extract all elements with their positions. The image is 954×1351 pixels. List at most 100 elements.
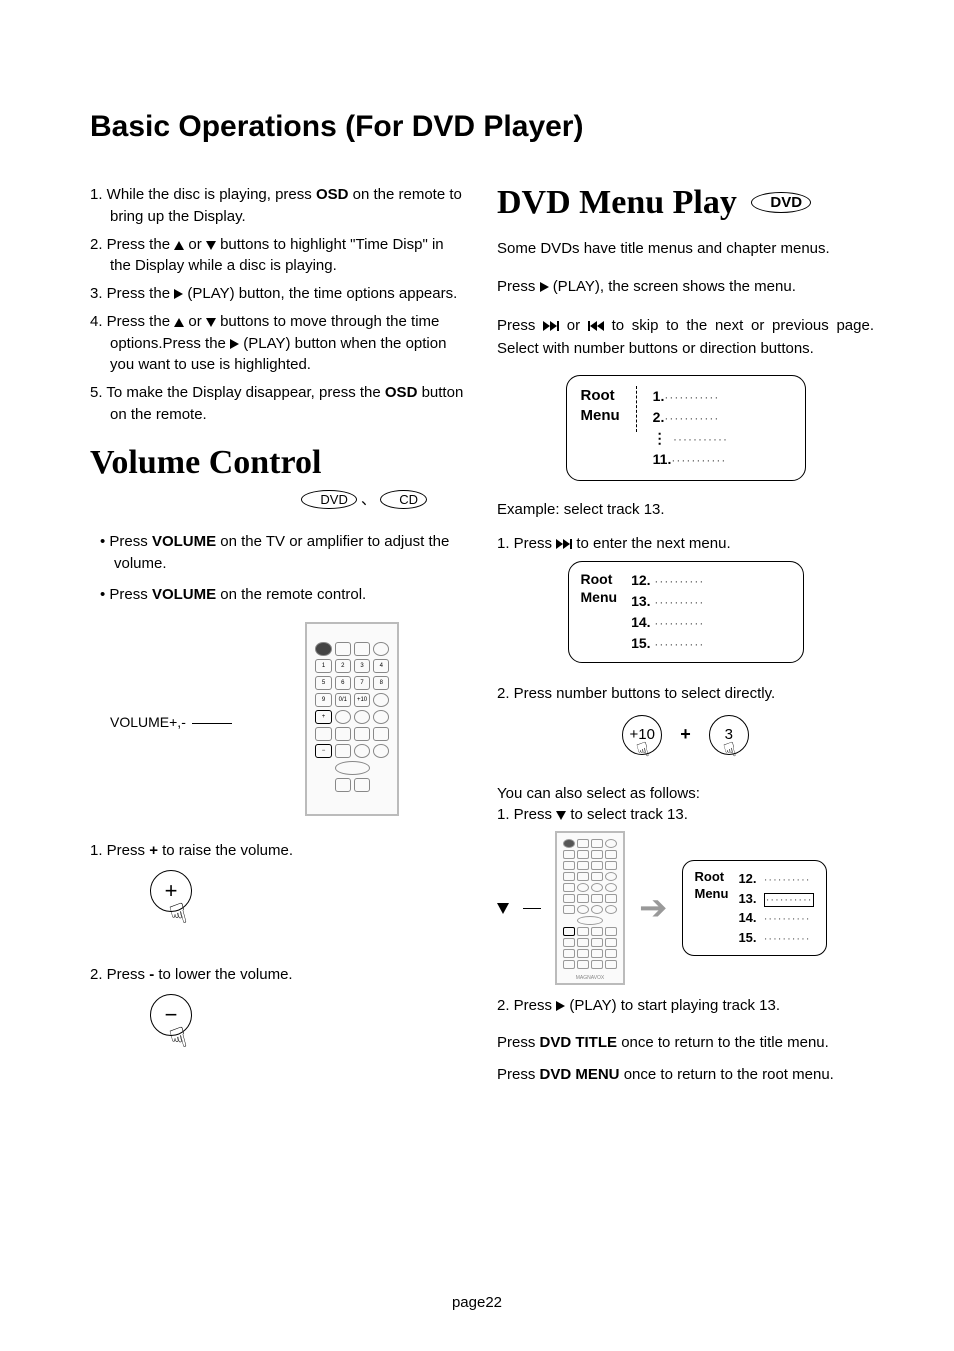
remote-control-illustration: MAGNAVOX — [555, 831, 625, 985]
minus-symbol: - — [149, 966, 154, 983]
list-item: 15. — [631, 635, 650, 651]
separator: 、 — [361, 491, 376, 508]
page-number: page22 — [0, 1294, 954, 1311]
plus-symbol: + — [149, 842, 158, 859]
root-menu-label: Root Menu — [695, 869, 729, 947]
osd-step-5: 5. To make the Display disappear, press … — [110, 382, 467, 426]
cd-disc-icon: CD — [380, 490, 427, 509]
menu-items: 12. ·········· 13. ·········· 14. ······… — [631, 570, 704, 654]
dvd-disc-icon: DVD — [301, 490, 356, 509]
volume-keyword: VOLUME — [152, 586, 216, 603]
text: on the remote control. — [220, 586, 366, 603]
alt-select-line: You can also select as follows: — [497, 785, 874, 802]
text: Root — [695, 869, 725, 884]
play-icon — [230, 339, 239, 349]
text: 1. Press — [497, 535, 556, 552]
text: to enter the next menu. — [576, 535, 730, 552]
alt-step-2: 2. Press (PLAY) to start playing track 1… — [517, 995, 874, 1017]
text: 2. Press — [90, 966, 149, 983]
list-item: 14. — [631, 614, 650, 630]
volume-step-2: 2. Press - to lower the volume. — [110, 964, 467, 986]
arrow-right-icon: ➔ — [639, 888, 668, 928]
list-item: 13. — [738, 891, 756, 906]
callout-line — [523, 908, 541, 909]
up-arrow-icon — [174, 241, 184, 250]
dvd-title-keyword: DVD TITLE — [540, 1034, 618, 1051]
right-column: DVD Menu Play DVD Some DVDs have title m… — [497, 184, 874, 1102]
press-plus10-3-figure: +10☟ + 3☟ — [497, 715, 874, 755]
root-menu-label: Root Menu — [581, 570, 618, 606]
list-item: 14. — [738, 910, 756, 925]
alt-step-1: 1. Press to select track 13. — [517, 804, 874, 826]
three-button: 3☟ — [709, 715, 749, 755]
text: 5. To make the Display disappear, press … — [90, 384, 385, 401]
osd-step-4: 4. Press the or buttons to move through … — [110, 311, 467, 376]
text: 3. Press the — [90, 285, 174, 302]
text: (PLAY) button, the time options appears. — [187, 285, 457, 302]
play-icon — [556, 1001, 565, 1011]
press-minus-figure: − ☟ — [140, 994, 260, 1064]
volume-keyword: VOLUME — [152, 533, 216, 550]
dvd-title-note: Press DVD TITLE once to return to the ti… — [497, 1031, 874, 1054]
text: 4. Press the — [90, 313, 174, 330]
disc-types-row: DVD 、 CD — [90, 488, 467, 509]
text: to select track 13. — [570, 806, 688, 823]
press-skip-line: Press or to skip to the next or previous… — [497, 314, 874, 361]
list-item: 12. — [631, 572, 650, 588]
text: once to return to the title menu. — [621, 1034, 829, 1051]
dvd-menu-keyword: DVD MENU — [540, 1066, 620, 1083]
text: once to return to the root menu. — [624, 1066, 834, 1083]
page-title: Basic Operations (For DVD Player) — [90, 110, 874, 144]
down-arrow-icon — [206, 241, 216, 250]
left-column: 1. While the disc is playing, press OSD … — [90, 184, 467, 1102]
play-icon — [540, 282, 549, 292]
menu-step-2: 2. Press number buttons to select direct… — [517, 683, 874, 705]
press-plus-figure: + ☟ — [140, 870, 260, 940]
list-item: 1. — [653, 388, 665, 404]
osd-step-1: 1. While the disc is playing, press OSD … — [110, 184, 467, 228]
text: (PLAY) to start playing track 13. — [569, 997, 780, 1014]
prev-icon — [588, 321, 604, 331]
next-icon — [556, 539, 572, 549]
text: Menu — [695, 886, 729, 901]
text: Press — [497, 317, 543, 334]
text: 1. While the disc is playing, press — [90, 186, 316, 203]
text: Press — [497, 1066, 540, 1083]
list-item: 11. — [653, 451, 672, 467]
separator — [636, 386, 637, 432]
next-icon — [543, 321, 559, 331]
remote-control-illustration: 1234 5678 90/1+10 + − — [305, 622, 399, 816]
text: Root — [581, 387, 615, 404]
up-arrow-icon — [174, 318, 184, 327]
remote-to-menu-figure: MAGNAVOX ➔ Root Menu 12. ·········· 13. … — [497, 831, 874, 985]
plus10-button: +10☟ — [622, 715, 662, 755]
press-play-line: Press (PLAY), the screen shows the menu. — [497, 275, 874, 298]
volume-label: VOLUME+,- — [110, 714, 186, 730]
three-button-icon: 3☟ — [709, 715, 749, 755]
callout-line — [192, 723, 232, 724]
menu-items: 12. ·········· 13. ·········· 14. ······… — [738, 869, 814, 947]
osd-keyword: OSD — [385, 384, 418, 401]
intro-paragraph: Some DVDs have title menus and chapter m… — [497, 237, 874, 260]
down-arrow-icon — [206, 318, 216, 327]
text: Press — [109, 586, 152, 603]
osd-step-2: 2. Press the or buttons to highlight "Ti… — [110, 234, 467, 278]
text: or — [188, 313, 206, 330]
manual-page: Basic Operations (For DVD Player) 1. Whi… — [0, 0, 954, 1351]
text: Root — [581, 571, 613, 587]
play-icon — [174, 289, 183, 299]
text: or — [188, 236, 206, 253]
text: or — [567, 317, 588, 334]
list-item: 2. — [653, 409, 665, 425]
list-item: 15. — [738, 930, 756, 945]
down-arrow-icon — [497, 903, 509, 914]
dvd-disc-icon: DVD — [751, 192, 811, 213]
hand-icon: ☟ — [721, 736, 739, 763]
text: DVD Menu Play — [497, 184, 737, 221]
dvd-menu-note: Press DVD MENU once to return to the roo… — [497, 1063, 874, 1086]
text: Menu — [581, 407, 620, 424]
text: to raise the volume. — [162, 842, 293, 859]
text: Press — [497, 278, 540, 295]
list-item: 13. — [631, 593, 650, 609]
volume-control-heading: Volume Control — [90, 444, 467, 482]
